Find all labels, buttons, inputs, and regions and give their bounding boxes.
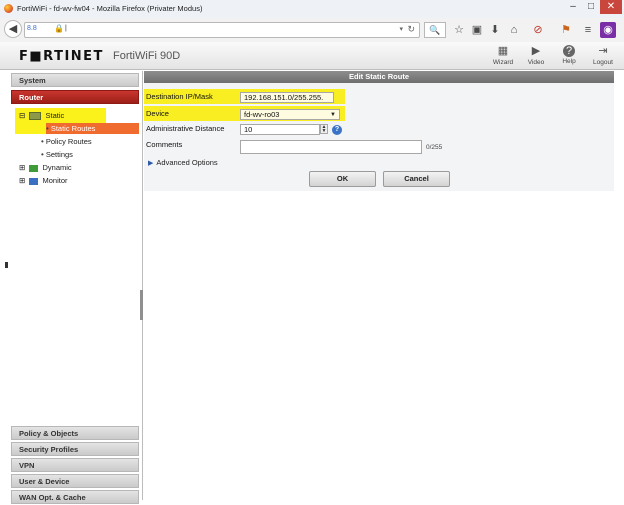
tree-label-static-routes: Static Routes [50, 124, 96, 133]
comments-counter: 0/255 [426, 144, 443, 151]
tree-item-static[interactable]: ⊟ Static [19, 111, 65, 121]
distance-stepper[interactable]: ▲ ▼ [320, 124, 328, 134]
url-bar[interactable]: 8.8 🔒 | ▾ ↻ [24, 22, 420, 38]
help-icon: ? [563, 45, 575, 57]
nav-section-user-device[interactable]: User & Device [11, 474, 139, 488]
tree-item-dynamic[interactable]: ⊞ Dynamic [19, 163, 72, 172]
monitor-icon [29, 177, 39, 185]
tree-label-monitor: Monitor [42, 176, 68, 185]
menu-icon[interactable]: ≡ [580, 22, 596, 38]
site-identity-badge[interactable]: 8.8 [27, 25, 37, 32]
url-text[interactable]: | [65, 25, 67, 32]
comments-textarea[interactable] [240, 140, 422, 154]
tree-label-static: Static [45, 111, 65, 120]
adblock-icon[interactable]: ⊘ [530, 22, 546, 38]
close-window-button[interactable]: ✕ [600, 0, 622, 14]
help-button[interactable]: ? Help [554, 45, 584, 69]
window-titlebar: FortiWiFi - fd-wv-fw04 - Mozilla Firefox… [0, 0, 624, 19]
star-icon[interactable]: ☆ [451, 22, 467, 38]
expand-icon[interactable]: ⊞ [19, 163, 25, 172]
search-icon[interactable]: 🔍 [424, 22, 446, 38]
dynamic-route-icon [29, 164, 39, 172]
video-button[interactable]: ▶ Video [521, 45, 551, 69]
help-icon[interactable]: ? [332, 125, 342, 135]
static-route-icon [29, 112, 42, 121]
bullet-icon: • [41, 137, 44, 146]
expand-triangle-icon: ▶ [148, 160, 154, 167]
tree-label-settings: Settings [45, 150, 73, 159]
lock-icon: 🔒 [54, 24, 64, 33]
back-button[interactable]: ◀ [4, 20, 22, 38]
video-label: Video [527, 59, 545, 66]
advanced-options-label: Advanced Options [156, 158, 218, 167]
device-select-value: fd-wv-ro03 [244, 110, 280, 119]
bullet-icon: • [46, 124, 49, 133]
wizard-button[interactable]: ▦ Wizard [488, 45, 518, 69]
destination-label: Destination IP/Mask [146, 92, 213, 101]
comments-label: Comments [146, 140, 183, 149]
cancel-button[interactable]: Cancel [383, 171, 450, 187]
download-icon[interactable]: ⬇ [487, 22, 503, 38]
chevron-down-icon: ▼ [330, 112, 336, 118]
bullet-icon: • [41, 150, 44, 159]
browser-toolbar: ◀ 8.8 🔒 | ▾ ↻ 🔍 ☆ ▣ ⬇ ⌂ ⊘ ⚑ ≡ ◉ [0, 18, 624, 43]
nav-section-vpn[interactable]: VPN [11, 458, 139, 472]
pane-splitter[interactable] [140, 290, 143, 320]
logout-label: Logout [593, 59, 613, 66]
minimize-button[interactable]: – [564, 0, 582, 14]
tree-item-policy-routes[interactable]: • Policy Routes [41, 137, 92, 146]
destination-ip-mask-input[interactable]: 192.168.151.0/255.255. [240, 92, 334, 103]
left-navigation: System Router ⊟ Static • Static Routes • P… [11, 71, 143, 504]
window-title: FortiWiFi - fd-wv-fw04 - Mozilla Firefox… [17, 4, 203, 13]
device-model: FortiWiFi 90D [113, 50, 181, 62]
panel-body: Destination IP/Mask 192.168.151.0/255.25… [144, 83, 614, 191]
reload-icon[interactable]: ↻ [407, 24, 415, 35]
device-select[interactable]: fd-wv-ro03 ▼ [240, 109, 340, 120]
url-dropdown-icon[interactable]: ▾ [399, 25, 403, 33]
wizard-icon: ▦ [497, 45, 509, 57]
nav-section-policy-objects[interactable]: Policy & Objects [11, 426, 139, 440]
tree-label-policy-routes: Policy Routes [45, 137, 92, 146]
logout-icon: ⇥ [598, 45, 608, 57]
tree-item-static-routes[interactable]: • Static Routes [46, 123, 139, 134]
tree-item-settings[interactable]: • Settings [41, 150, 73, 159]
logout-button[interactable]: ⇥ Logout [588, 45, 618, 69]
edit-static-route-panel: Edit Static Route Destination IP/Mask 19… [144, 71, 614, 191]
distance-input[interactable]: 10 [240, 124, 320, 135]
maximize-button[interactable]: □ [582, 0, 600, 14]
panel-title: Edit Static Route [144, 71, 614, 83]
wizard-label: Wizard [492, 59, 514, 66]
extension-icon[interactable]: ⚑ [558, 22, 574, 38]
help-label: Help [562, 58, 576, 65]
nav-section-system[interactable]: System [11, 73, 139, 87]
device-label: Device [146, 109, 169, 118]
expand-icon[interactable]: ⊞ [19, 176, 25, 185]
video-icon: ▶ [531, 45, 541, 57]
nav-section-security-profiles[interactable]: Security Profiles [11, 442, 139, 456]
firefox-icon [4, 4, 13, 13]
distance-label: Administrative Distance [146, 124, 225, 133]
nav-section-wan-opt[interactable]: WAN Opt. & Cache [11, 490, 139, 504]
home-icon[interactable]: ⌂ [506, 22, 522, 38]
private-mask-icon[interactable]: ◉ [600, 22, 616, 38]
tree-item-monitor[interactable]: ⊞ Monitor [19, 176, 68, 185]
left-edge-grip[interactable] [5, 262, 8, 268]
tree-label-dynamic: Dynamic [42, 163, 72, 172]
nav-section-router[interactable]: Router [11, 90, 139, 104]
collapse-icon[interactable]: ⊟ [19, 111, 25, 120]
clipboard-icon[interactable]: ▣ [469, 22, 485, 38]
fortigate-header: F■RTINET FortiWiFi 90D ▦ Wizard ▶ Video … [0, 42, 624, 70]
advanced-options-toggle[interactable]: ▶ Advanced Options [148, 158, 218, 167]
ok-button[interactable]: OK [309, 171, 376, 187]
fortinet-logo: F■RTINET [19, 49, 104, 64]
